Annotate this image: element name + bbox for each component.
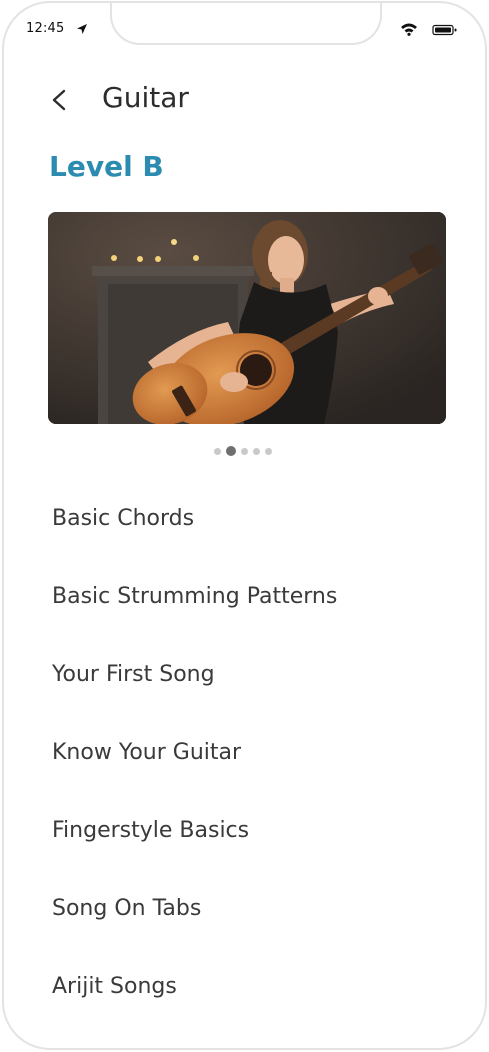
back-button[interactable] [44,83,74,117]
lesson-list: Basic Chords Basic Strumming Patterns Yo… [4,479,485,1025]
chevron-left-icon [52,89,66,111]
carousel-pagination[interactable] [214,446,272,456]
carousel-dot[interactable] [253,447,260,455]
wifi-icon [401,23,417,36]
lesson-item-basic-strumming-patterns[interactable]: Basic Strumming Patterns [4,557,485,635]
carousel-dot[interactable] [214,447,221,455]
carousel-dot-active[interactable] [226,446,236,456]
lesson-item-arijit-songs[interactable]: Arijit Songs [4,947,485,1025]
location-arrow-icon [77,24,87,34]
guitar-player-image [48,212,446,424]
carousel-dot[interactable] [241,447,248,455]
battery-icon [432,24,457,36]
lesson-item-song-on-tabs[interactable]: Song On Tabs [4,869,485,947]
page-title: Guitar [102,81,189,114]
carousel-image[interactable] [48,212,446,424]
lesson-item-know-your-guitar[interactable]: Know Your Guitar [4,713,485,791]
notch [110,3,382,45]
lesson-item-fingerstyle-basics[interactable]: Fingerstyle Basics [4,791,485,869]
lesson-item-basic-chords[interactable]: Basic Chords [4,479,485,557]
carousel-dot[interactable] [265,447,272,455]
phone-frame: 12:45 Guitar Level B Basic Chords Basic … [2,1,487,1050]
level-title: Level B [49,150,164,183]
status-time: 12:45 [26,21,65,36]
lesson-item-your-first-song[interactable]: Your First Song [4,635,485,713]
